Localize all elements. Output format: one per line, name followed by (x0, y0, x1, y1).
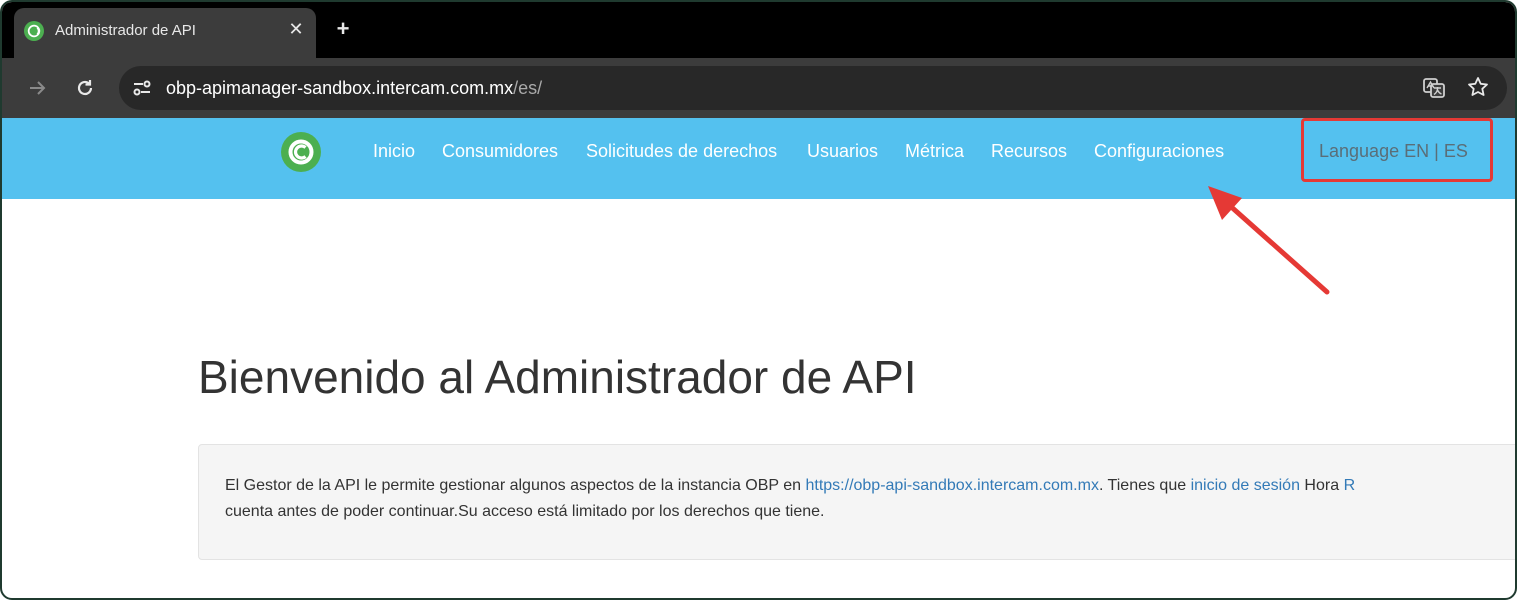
address-bar[interactable]: obp-apimanager-sandbox.intercam.com.mx/e… (119, 66, 1507, 110)
info-text-part: cuenta antes de poder continuar.Su acces… (225, 503, 825, 520)
url-path: /es/ (513, 78, 543, 98)
info-text-part: . Tienes que (1098, 477, 1191, 494)
language-label: Language (1319, 141, 1400, 161)
translate-icon[interactable] (1422, 76, 1446, 100)
nav-link-solicitudes[interactable]: Solicitudes de derechos (586, 141, 777, 162)
new-tab-button[interactable]: + (332, 18, 354, 40)
nav-link-usuarios[interactable]: Usuarios (807, 141, 878, 162)
browser-toolbar: obp-apimanager-sandbox.intercam.com.mx/e… (2, 58, 1515, 118)
url-host: obp-apimanager-sandbox.intercam.com.mx (166, 78, 514, 98)
reload-icon[interactable] (73, 76, 97, 100)
lang-es-link[interactable]: ES (1444, 141, 1468, 161)
tab-title: Administrador de API (55, 22, 196, 39)
forward-icon[interactable] (26, 76, 50, 100)
nav-link-configuraciones[interactable]: Configuraciones (1094, 141, 1224, 162)
info-panel: El Gestor de la API le permite gestionar… (198, 444, 1515, 560)
api-host-link[interactable]: https://obp-api-sandbox.intercam.com.mx (805, 477, 1098, 494)
browser-tab[interactable]: Administrador de API ✕ (14, 8, 316, 58)
site-settings-icon[interactable] (131, 77, 153, 99)
nav-link-metrica[interactable]: Métrica (905, 141, 964, 162)
info-text-part: El Gestor de la API le permite gestionar… (225, 477, 806, 494)
tab-close-icon[interactable]: ✕ (286, 19, 306, 39)
annotation-arrow-icon (1208, 186, 1330, 295)
language-switcher: Language EN | ES (1319, 141, 1468, 162)
bookmark-star-icon[interactable] (1466, 75, 1490, 99)
register-link[interactable]: R (1344, 477, 1356, 494)
nav-link-inicio[interactable]: Inicio (373, 141, 415, 162)
login-link[interactable]: inicio de sesión (1191, 477, 1300, 494)
browser-window: Administrador de API ✕ + obp-apimanager-… (0, 0, 1517, 600)
lang-en-link[interactable]: EN (1404, 141, 1429, 161)
tab-strip: Administrador de API ✕ + (2, 2, 1515, 58)
site-logo[interactable] (281, 132, 321, 172)
page-title: Bienvenido al Administrador de API (198, 351, 917, 403)
nav-link-consumidores[interactable]: Consumidores (442, 141, 558, 162)
url-text[interactable]: obp-apimanager-sandbox.intercam.com.mx/e… (166, 78, 542, 99)
nav-link-recursos[interactable]: Recursos (991, 141, 1067, 162)
lang-separator: | (1434, 141, 1439, 161)
info-text-part: Hora (1299, 477, 1344, 494)
info-text: El Gestor de la API le permite gestionar… (225, 473, 1515, 525)
site-favicon-icon (24, 21, 44, 41)
